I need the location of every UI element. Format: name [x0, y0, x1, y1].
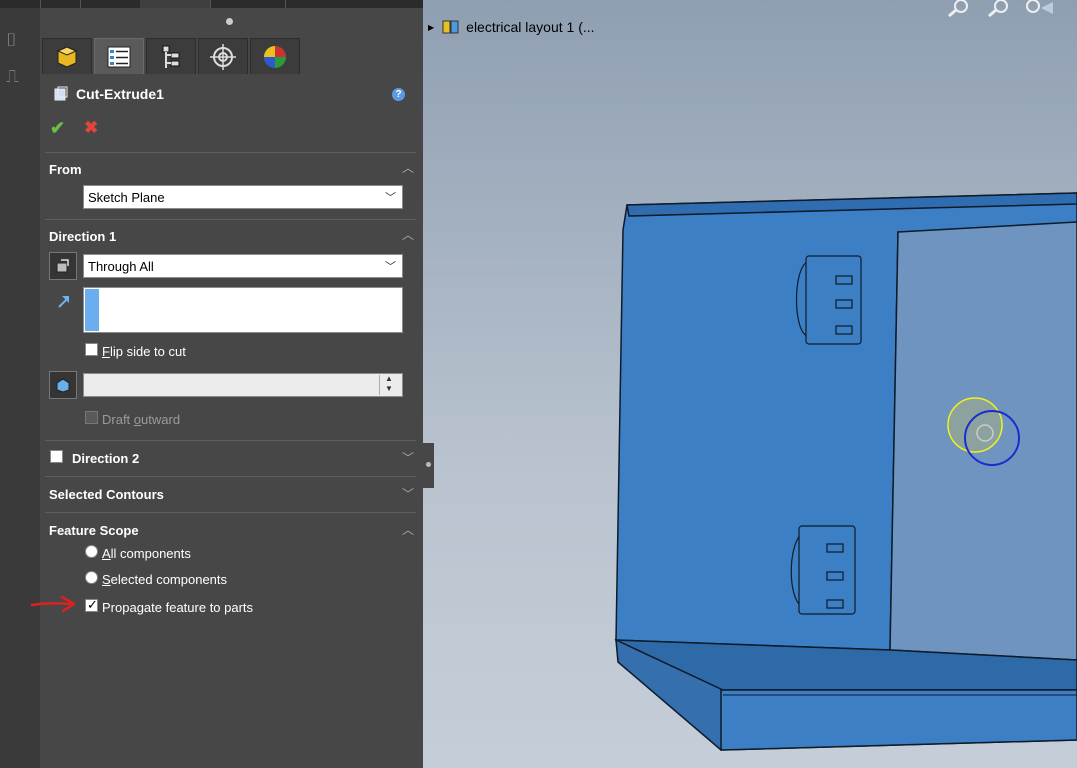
- draft-outward-label-text: utward: [141, 412, 181, 427]
- feature-manager-icon: [56, 45, 78, 68]
- expand-chevron-icon[interactable]: ﹀: [402, 449, 414, 466]
- selected-contours-title: Selected Contours: [49, 487, 164, 502]
- end-condition-select[interactable]: Through All ﹀: [83, 254, 403, 278]
- assembly-icon: [442, 20, 459, 34]
- spin-up-icon[interactable]: ▲: [385, 374, 393, 383]
- all-components-label-text: ll components: [110, 546, 191, 561]
- flip-side-to-cut-checkbox[interactable]: [85, 343, 98, 356]
- manager-tabs: [42, 38, 302, 75]
- view-toolbar: [945, 0, 1057, 18]
- ok-button[interactable]: ✔: [50, 118, 65, 139]
- feature-scope-group-header[interactable]: Feature Scope ︿: [45, 512, 416, 543]
- model-view[interactable]: [423, 0, 1077, 768]
- direction1-group-header[interactable]: Direction 1 ︿: [45, 219, 416, 250]
- command-tab[interactable]: [210, 0, 286, 8]
- top-command-bar: [0, 0, 455, 8]
- checkmark-icon: ✓: [87, 597, 98, 612]
- all-components-radio[interactable]: [85, 545, 98, 558]
- selected-contours-group-header[interactable]: Selected Contours ﹀: [45, 476, 416, 513]
- end-condition-value: Through All: [88, 259, 154, 274]
- zoom-to-fit-icon[interactable]: [945, 0, 973, 18]
- spin-down-icon[interactable]: ▼: [385, 384, 393, 393]
- panel-collapse-handle[interactable]: [423, 443, 434, 488]
- from-select-value: Sketch Plane: [88, 190, 165, 205]
- selection-box-focus-indicator: [85, 289, 99, 331]
- property-manager-icon: [107, 46, 131, 67]
- draft-toggle-button[interactable]: [49, 371, 77, 399]
- property-manager-panel: Cut-Extrude1 ? ✔ ✖ From ︿ Sketch Plane ﹀…: [30, 8, 423, 768]
- tab-feature-manager[interactable]: [42, 38, 92, 74]
- direction-reference-selection-box[interactable]: [83, 287, 403, 333]
- zoom-to-area-icon[interactable]: [983, 0, 1013, 18]
- all-components-accel-key: A: [102, 546, 111, 561]
- propagate-feature-checkbox[interactable]: ✓: [85, 597, 98, 612]
- display-manager-icon: [264, 45, 286, 68]
- draft-outward-checkbox[interactable]: [85, 411, 98, 424]
- all-components-label[interactable]: All components: [102, 546, 191, 561]
- draft-icon: [56, 378, 70, 393]
- from-group-header[interactable]: From ︿: [45, 152, 416, 183]
- direction2-group-title: Direction 2: [72, 451, 140, 466]
- direction2-checkbox[interactable]: [50, 450, 63, 463]
- chevron-down-icon: ﹀: [385, 192, 396, 204]
- flip-side-label-text: lip side to cut: [109, 344, 186, 359]
- help-icon[interactable]: ?: [392, 88, 405, 101]
- collapse-chevron-icon[interactable]: ︿: [402, 226, 414, 243]
- previous-view-icon[interactable]: [1023, 0, 1057, 18]
- tab-property-manager[interactable]: [94, 38, 144, 74]
- chevron-down-icon: ﹀: [385, 261, 396, 273]
- cancel-button[interactable]: ✖: [84, 118, 98, 138]
- reverse-direction-icon: [56, 259, 69, 273]
- panel-splitter-handle[interactable]: [226, 18, 233, 25]
- red-annotation-arrow-icon: [30, 595, 76, 613]
- tab-configuration-manager[interactable]: [146, 38, 196, 74]
- direction1-group-title: Direction 1: [49, 229, 117, 244]
- collapse-chevron-icon[interactable]: ︿: [402, 159, 414, 176]
- dimxpert-manager-icon: [210, 43, 236, 70]
- spin-buttons[interactable]: ▲ ▼: [379, 374, 400, 395]
- direction2-group-header[interactable]: Direction 2 ﹀: [45, 440, 416, 477]
- from-group-title: From: [49, 162, 82, 177]
- command-tab[interactable]: [40, 0, 81, 8]
- draft-outward-label-prefix: Draft: [102, 412, 134, 427]
- tab-dimxpert-manager[interactable]: [198, 38, 248, 74]
- draft-outward-accel-key: o: [133, 412, 142, 427]
- cut-extrude-icon: [54, 86, 68, 101]
- tree-root-label: electrical layout 1 (...: [466, 19, 595, 35]
- expand-arrow-icon[interactable]: ▶: [428, 23, 434, 32]
- selected-components-label[interactable]: Selected components: [102, 572, 227, 587]
- from-start-condition-select[interactable]: Sketch Plane ﹀: [83, 185, 403, 209]
- reverse-direction-button[interactable]: [49, 252, 77, 280]
- left-toolbar-strip: ⌷ ⎍: [0, 0, 40, 768]
- step-tool-icon[interactable]: ⎍: [6, 66, 19, 87]
- feature-scope-title: Feature Scope: [49, 523, 139, 538]
- propagate-feature-label[interactable]: Propagate feature to parts: [102, 600, 253, 615]
- command-tab[interactable]: [80, 0, 141, 8]
- direction-vector-icon: [58, 296, 69, 308]
- command-tab[interactable]: [140, 0, 211, 8]
- expand-chevron-icon[interactable]: ﹀: [402, 485, 414, 502]
- handle-dot: [426, 462, 431, 467]
- command-tab[interactable]: [0, 0, 41, 8]
- connector-top[interactable]: [795, 255, 862, 345]
- draft-angle-spinbox[interactable]: ▲ ▼: [83, 373, 403, 397]
- configuration-manager-icon: [162, 45, 180, 68]
- selected-components-label-text: elected components: [110, 572, 228, 587]
- connector-bottom[interactable]: [790, 525, 856, 615]
- feature-tree-root[interactable]: ▶ electrical layout 1 (...: [428, 18, 595, 36]
- feature-title-row: Cut-Extrude1: [54, 86, 164, 102]
- feature-title: Cut-Extrude1: [76, 86, 164, 102]
- draft-outward-label: Draft outward: [102, 412, 180, 427]
- selected-components-accel-key: S: [102, 572, 111, 587]
- tab-display-manager[interactable]: [250, 38, 300, 74]
- flip-side-accel-key: F: [102, 344, 110, 359]
- selected-components-radio[interactable]: [85, 571, 98, 584]
- collapse-chevron-icon[interactable]: ︿: [402, 521, 414, 538]
- flip-side-to-cut-label[interactable]: Flip side to cut: [102, 344, 186, 359]
- sketch-tool-icon[interactable]: ⌷: [6, 30, 17, 51]
